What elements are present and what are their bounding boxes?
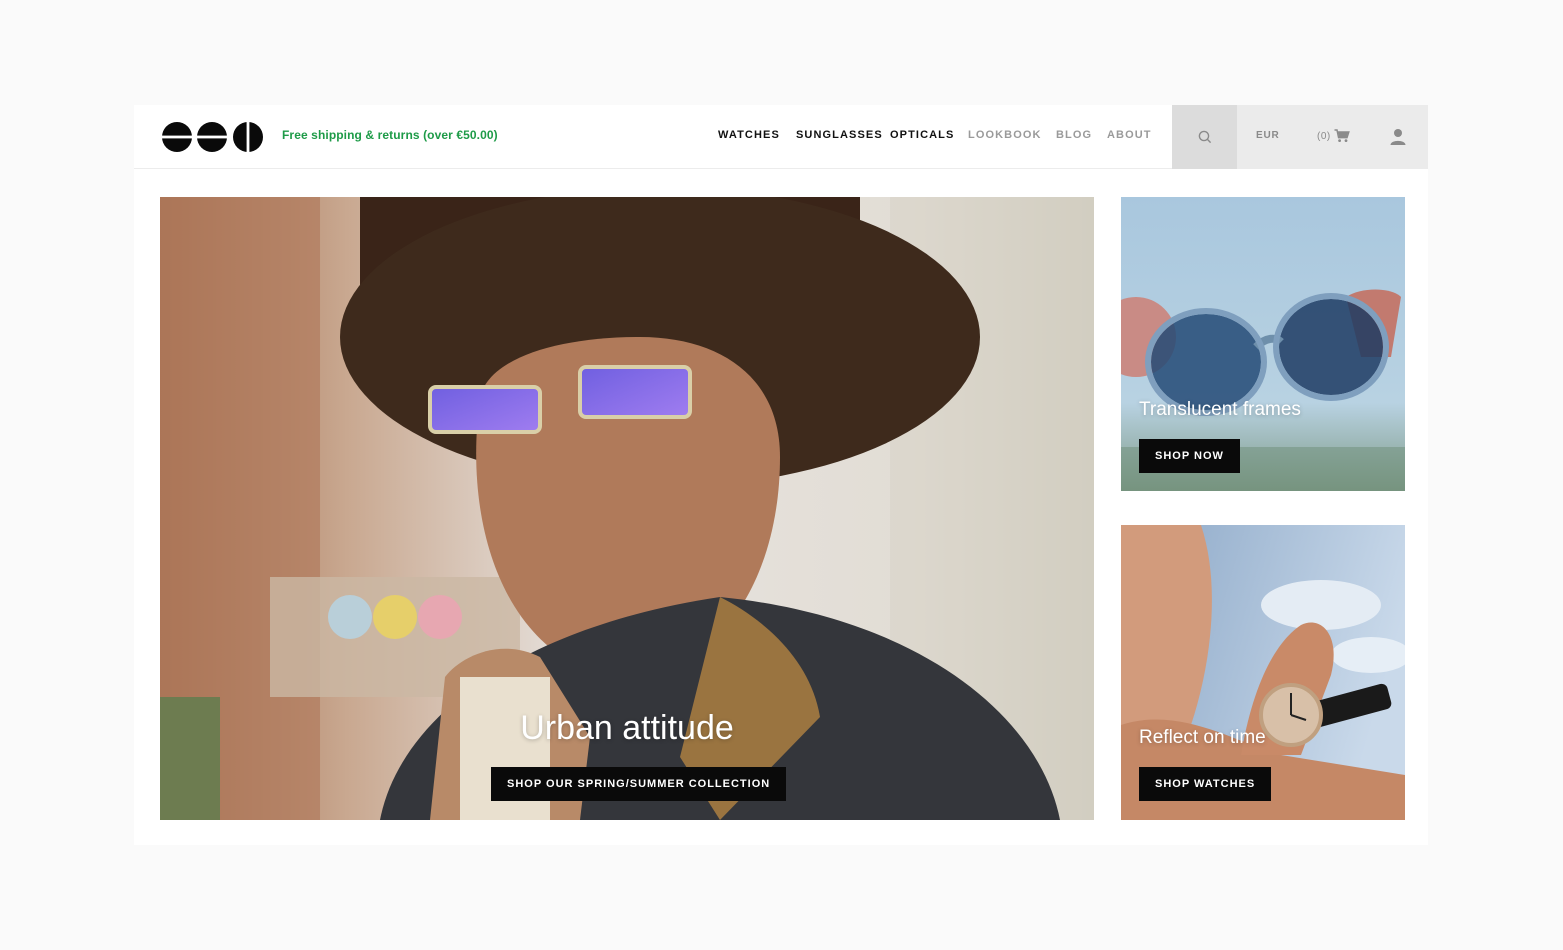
watches-title: Reflect on time [1139, 727, 1266, 748]
cart-count: (0) [1317, 130, 1331, 142]
cart-icon [1334, 129, 1350, 142]
brand-logo[interactable] [161, 121, 265, 153]
user-icon[interactable] [1388, 127, 1408, 147]
tile-translucent-frames[interactable]: Translucent frames SHOP NOW [1121, 197, 1405, 491]
search-icon [1198, 130, 1211, 144]
search-button[interactable] [1172, 105, 1237, 169]
translucent-title: Translucent frames [1139, 399, 1301, 420]
nav-opticals[interactable]: OPTICALS [890, 129, 954, 141]
shop-now-button[interactable]: SHOP NOW [1139, 439, 1240, 473]
shop-collection-button[interactable]: SHOP OUR SPRING/SUMMER COLLECTION [491, 767, 787, 801]
cart-button[interactable]: (0) [1317, 126, 1350, 146]
shop-watches-button[interactable]: SHOP WATCHES [1139, 767, 1272, 801]
nav-lookbook[interactable]: LOOKBOOK [968, 129, 1042, 141]
site-container: Free shipping & returns (over €50.00) WA… [134, 105, 1428, 845]
header-tools: EUR (0) [1172, 105, 1428, 169]
free-shipping-banner: Free shipping & returns (over €50.00) [282, 128, 498, 142]
nav-about[interactable]: ABOUT [1107, 129, 1152, 141]
tile-reflect-on-time[interactable]: Reflect on time SHOP WATCHES [1121, 525, 1405, 820]
nav-watches[interactable]: WATCHES [718, 129, 780, 141]
site-header: Free shipping & returns (over €50.00) WA… [134, 105, 1428, 169]
nav-blog[interactable]: BLOG [1056, 129, 1092, 141]
nav-sunglasses[interactable]: SUNGLASSES [796, 129, 883, 141]
hero-title: Urban attitude [520, 709, 734, 747]
hero-tile-urban-attitude[interactable]: Urban attitude SHOP OUR SPRING/SUMMER CO… [160, 197, 1094, 820]
currency-selector[interactable]: EUR [1256, 130, 1280, 141]
